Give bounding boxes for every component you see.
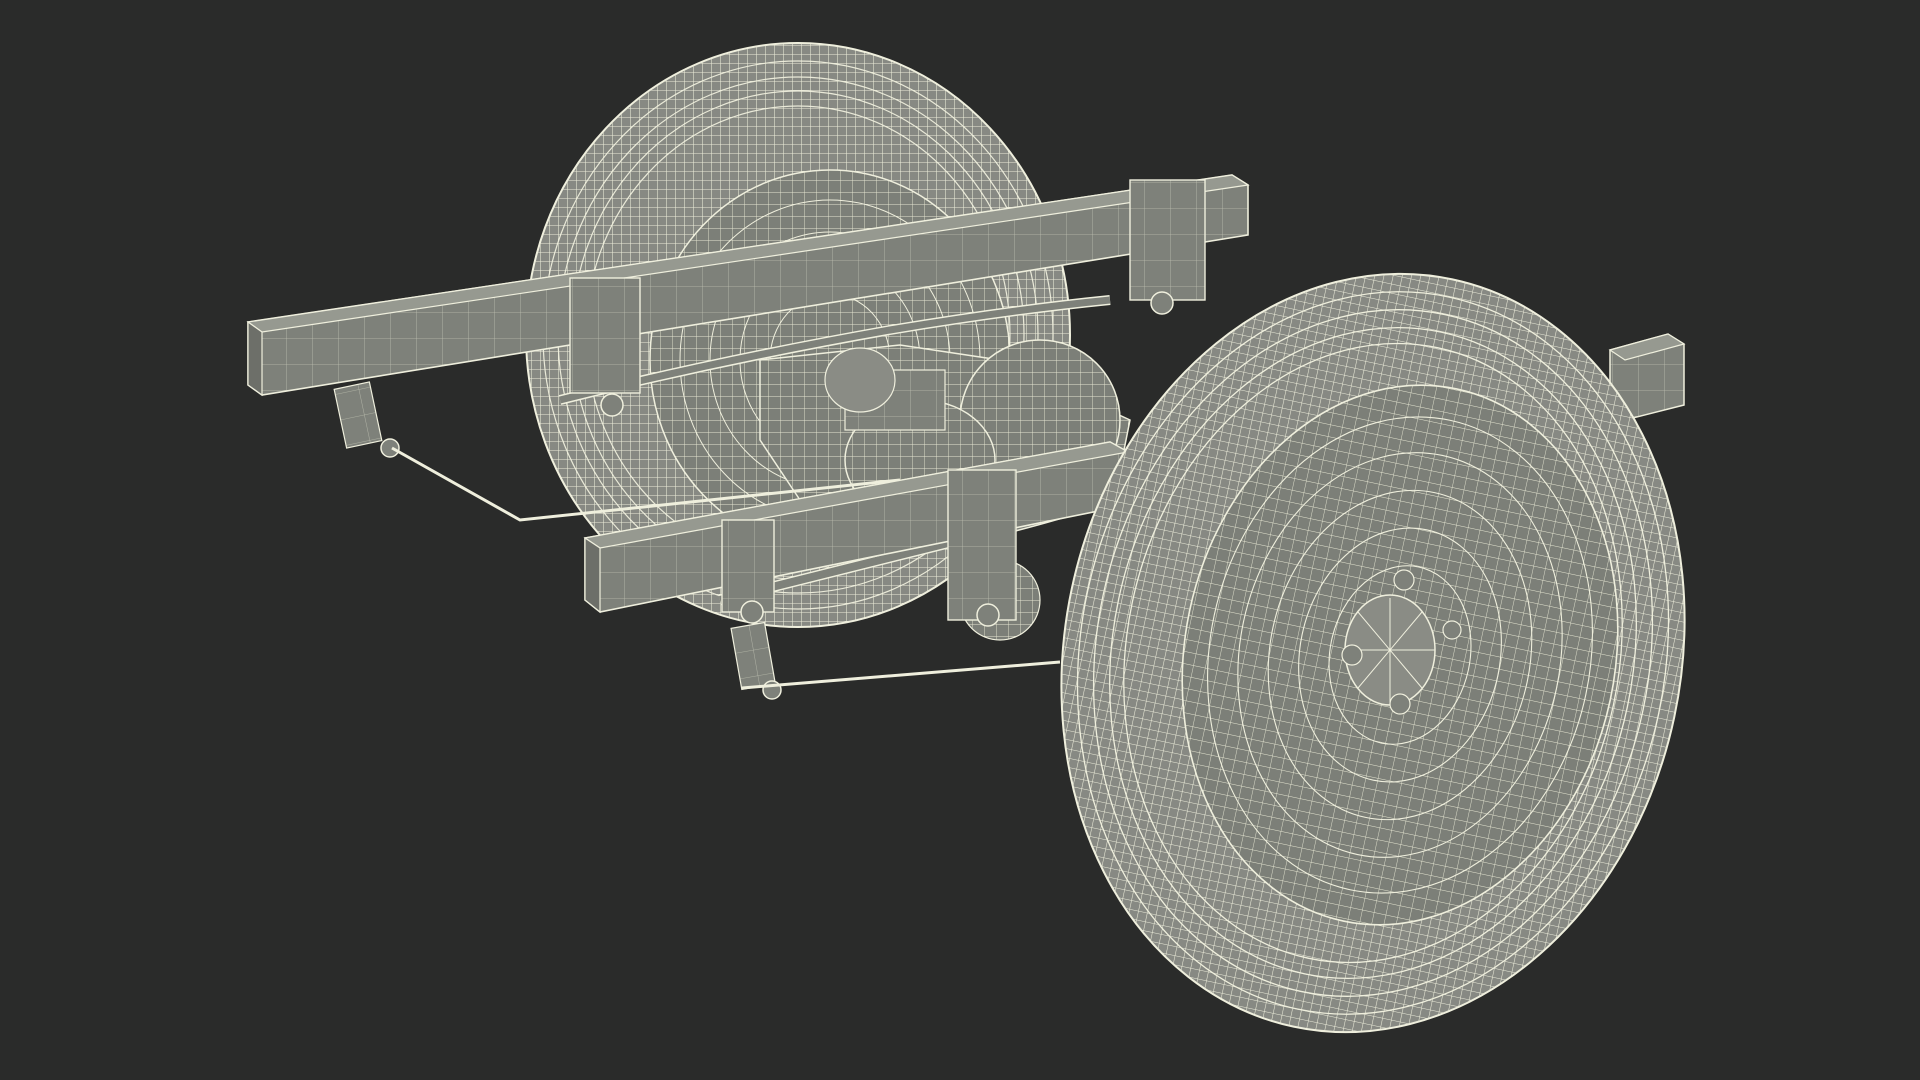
front-spring-hanger-right: [947, 469, 1017, 627]
front-spring-hanger-left: [721, 519, 775, 624]
axle-wireframe-render: [246, 42, 1686, 1034]
drag-link: [741, 660, 1061, 690]
back-shackle: [333, 381, 400, 458]
back-spring-hanger-right: [1129, 179, 1206, 315]
render-viewport: [0, 0, 1920, 1080]
